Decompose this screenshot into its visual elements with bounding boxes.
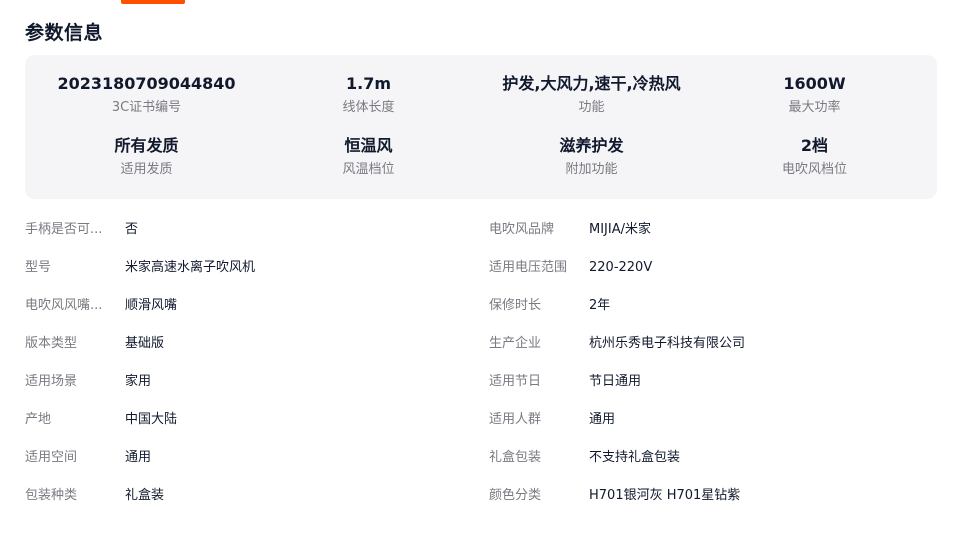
key-param-air-temp: 恒温风 风温档位	[247, 136, 490, 178]
spec-value: 中国大陆	[125, 412, 178, 427]
spec-row-nozzle: 电吹风风嘴... 顺滑风嘴	[25, 296, 465, 316]
spec-value: 220-220V	[589, 260, 653, 275]
key-param-value: 2档	[800, 136, 829, 155]
key-param-hair-type: 所有发质 适用发质	[25, 136, 268, 178]
spec-value: 否	[125, 222, 139, 237]
key-param-max-power: 1600W 最大功率	[693, 74, 936, 116]
spec-label: 型号	[25, 260, 52, 275]
spec-value: 通用	[589, 412, 616, 427]
spec-row-handle-foldable: 手柄是否可... 否	[25, 220, 465, 240]
spec-value: 顺滑风嘴	[125, 298, 178, 313]
key-param-speed-levels: 2档 电吹风档位	[693, 136, 936, 178]
spec-label: 礼盒包装	[489, 450, 542, 465]
spec-row-version: 版本类型 基础版	[25, 334, 465, 354]
key-param-label: 线体长度	[342, 100, 395, 115]
spec-value: 礼盒装	[125, 488, 165, 503]
key-param-label: 附加功能	[565, 162, 618, 177]
spec-value: H701银河灰 H701星钻紫	[589, 488, 741, 503]
spec-row-warranty: 保修时长 2年	[489, 296, 937, 316]
spec-label: 适用人群	[489, 412, 542, 427]
spec-label: 适用节日	[489, 374, 542, 389]
spec-label: 适用电压范围	[489, 260, 568, 275]
spec-label: 手柄是否可...	[25, 222, 103, 237]
active-tab-indicator	[121, 0, 185, 4]
spec-row-origin: 产地 中国大陆	[25, 410, 465, 430]
key-param-value: 2023180709044840	[57, 74, 236, 93]
key-param-label: 适用发质	[120, 162, 173, 177]
section-title: 参数信息	[25, 22, 104, 44]
key-param-function: 护发,大风力,速干,冷热风 功能	[470, 74, 713, 116]
spec-row-manufacturer: 生产企业 杭州乐秀电子科技有限公司	[489, 334, 937, 354]
spec-label: 适用场景	[25, 374, 78, 389]
spec-label: 适用空间	[25, 450, 78, 465]
spec-label: 保修时长	[489, 298, 542, 313]
key-params-card: 2023180709044840 3C证书编号 1.7m 线体长度 护发,大风力…	[25, 55, 937, 199]
key-param-value: 所有发质	[114, 136, 179, 155]
spec-row-gift-box: 礼盒包装 不支持礼盒包装	[489, 448, 937, 468]
key-param-value: 1.7m	[345, 74, 391, 93]
key-param-value: 1600W	[783, 74, 846, 93]
key-param-label: 最大功率	[788, 100, 841, 115]
spec-row-voltage: 适用电压范围 220-220V	[489, 258, 937, 278]
key-param-label: 3C证书编号	[111, 100, 182, 115]
spec-label: 生产企业	[489, 336, 542, 351]
key-param-cord-length: 1.7m 线体长度	[247, 74, 490, 116]
key-param-extra-function: 滋养护发 附加功能	[470, 136, 713, 178]
key-param-value: 护发,大风力,速干,冷热风	[502, 74, 681, 93]
spec-row-scenario: 适用场景 家用	[25, 372, 465, 392]
spec-value: 通用	[125, 450, 152, 465]
spec-row-audience: 适用人群 通用	[489, 410, 937, 430]
spec-label: 版本类型	[25, 336, 78, 351]
spec-value: 杭州乐秀电子科技有限公司	[589, 336, 746, 351]
spec-value: 基础版	[125, 336, 165, 351]
spec-value: 节日通用	[589, 374, 642, 389]
spec-value: MIJIA/米家	[589, 222, 651, 237]
spec-row-holiday: 适用节日 节日通用	[489, 372, 937, 392]
spec-row-model: 型号 米家高速水离子吹风机	[25, 258, 465, 278]
spec-label: 产地	[25, 412, 52, 427]
spec-value: 米家高速水离子吹风机	[125, 260, 256, 275]
key-param-value: 恒温风	[344, 136, 393, 155]
spec-label: 电吹风风嘴...	[25, 298, 103, 313]
spec-value: 不支持礼盒包装	[589, 450, 681, 465]
spec-label: 包装种类	[25, 488, 78, 503]
spec-value: 2年	[589, 298, 611, 313]
key-param-value: 滋养护发	[559, 136, 624, 155]
spec-row-brand: 电吹风品牌 MIJIA/米家	[489, 220, 937, 240]
spec-row-packaging: 包装种类 礼盒装	[25, 486, 465, 506]
key-param-label: 风温档位	[342, 162, 395, 177]
key-param-label: 功能	[578, 100, 605, 115]
spec-value: 家用	[125, 374, 152, 389]
key-param-3c-cert: 2023180709044840 3C证书编号	[25, 74, 268, 116]
spec-row-space: 适用空间 通用	[25, 448, 465, 468]
spec-label: 颜色分类	[489, 488, 542, 503]
spec-row-color: 颜色分类 H701银河灰 H701星钻紫	[489, 486, 937, 506]
spec-label: 电吹风品牌	[489, 222, 555, 237]
key-param-label: 电吹风档位	[781, 162, 847, 177]
